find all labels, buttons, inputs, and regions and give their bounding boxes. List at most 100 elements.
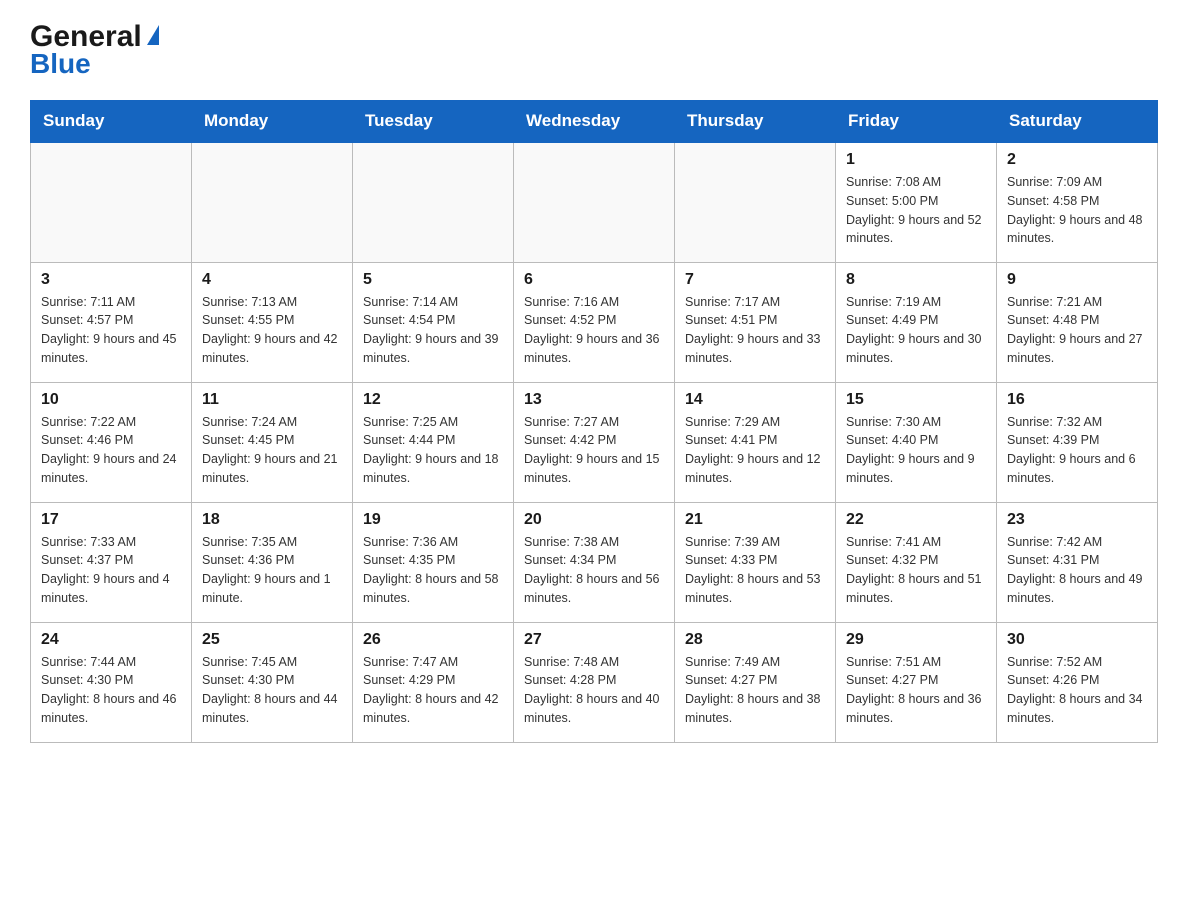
day-info: Sunrise: 7:52 AM Sunset: 4:26 PM Dayligh…	[1007, 653, 1147, 728]
day-number: 4	[202, 271, 342, 289]
day-number: 25	[202, 631, 342, 649]
day-info: Sunrise: 7:25 AM Sunset: 4:44 PM Dayligh…	[363, 413, 503, 488]
logo-blue-text: Blue	[30, 48, 91, 80]
calendar-cell: 20 Sunrise: 7:38 AM Sunset: 4:34 PM Dayli…	[514, 502, 675, 622]
day-info: Sunrise: 7:24 AM Sunset: 4:45 PM Dayligh…	[202, 413, 342, 488]
day-info: Sunrise: 7:11 AM Sunset: 4:57 PM Dayligh…	[41, 293, 181, 368]
calendar-cell: 24Sunrise: 7:44 AM Sunset: 4:30 PM Dayli…	[31, 622, 192, 742]
calendar-week-row: 3 Sunrise: 7:11 AM Sunset: 4:57 PM Daylig…	[31, 262, 1158, 382]
day-info: Sunrise: 7:29 AM Sunset: 4:41 PM Dayligh…	[685, 413, 825, 488]
day-number: 29	[846, 631, 986, 649]
day-number: 24	[41, 631, 181, 649]
day-number: 6	[524, 271, 664, 289]
day-info: Sunrise: 7:13 AM Sunset: 4:55 PM Dayligh…	[202, 293, 342, 368]
day-info: Sunrise: 7:08 AM Sunset: 5:00 PM Dayligh…	[846, 173, 986, 248]
day-info: Sunrise: 7:47 AM Sunset: 4:29 PM Dayligh…	[363, 653, 503, 728]
calendar-cell	[353, 142, 514, 262]
day-info: Sunrise: 7:39 AM Sunset: 4:33 PM Dayligh…	[685, 533, 825, 608]
day-number: 7	[685, 271, 825, 289]
calendar-cell: 11 Sunrise: 7:24 AM Sunset: 4:45 PM Dayli…	[192, 382, 353, 502]
calendar-cell: 18 Sunrise: 7:35 AM Sunset: 4:36 PM Dayli…	[192, 502, 353, 622]
calendar-week-row: 10 Sunrise: 7:22 AM Sunset: 4:46 PM Dayli…	[31, 382, 1158, 502]
day-number: 30	[1007, 631, 1147, 649]
calendar-cell: 23Sunrise: 7:42 AM Sunset: 4:31 PM Dayli…	[997, 502, 1158, 622]
calendar-cell: 7 Sunrise: 7:17 AM Sunset: 4:51 PM Daylig…	[675, 262, 836, 382]
calendar-cell: 19Sunrise: 7:36 AM Sunset: 4:35 PM Dayli…	[353, 502, 514, 622]
calendar-cell: 14 Sunrise: 7:29 AM Sunset: 4:41 PM Dayli…	[675, 382, 836, 502]
calendar-cell: 2 Sunrise: 7:09 AM Sunset: 4:58 PM Daylig…	[997, 142, 1158, 262]
day-number: 27	[524, 631, 664, 649]
weekday-header-saturday: Saturday	[997, 101, 1158, 143]
weekday-header-thursday: Thursday	[675, 101, 836, 143]
day-info: Sunrise: 7:38 AM Sunset: 4:34 PM Dayligh…	[524, 533, 664, 608]
day-info: Sunrise: 7:30 AM Sunset: 4:40 PM Dayligh…	[846, 413, 986, 488]
page-header: General Blue	[30, 20, 1158, 80]
weekday-header-row: SundayMondayTuesdayWednesdayThursdayFrid…	[31, 101, 1158, 143]
day-number: 19	[363, 511, 503, 529]
calendar-cell	[192, 142, 353, 262]
calendar-cell: 26 Sunrise: 7:47 AM Sunset: 4:29 PM Dayli…	[353, 622, 514, 742]
calendar-cell	[31, 142, 192, 262]
calendar-cell: 13 Sunrise: 7:27 AM Sunset: 4:42 PM Dayli…	[514, 382, 675, 502]
day-info: Sunrise: 7:41 AM Sunset: 4:32 PM Dayligh…	[846, 533, 986, 608]
weekday-header-friday: Friday	[836, 101, 997, 143]
day-info: Sunrise: 7:27 AM Sunset: 4:42 PM Dayligh…	[524, 413, 664, 488]
day-info: Sunrise: 7:21 AM Sunset: 4:48 PM Dayligh…	[1007, 293, 1147, 368]
day-number: 26	[363, 631, 503, 649]
day-number: 16	[1007, 391, 1147, 409]
calendar-cell: 21 Sunrise: 7:39 AM Sunset: 4:33 PM Dayli…	[675, 502, 836, 622]
calendar-cell: 15 Sunrise: 7:30 AM Sunset: 4:40 PM Dayli…	[836, 382, 997, 502]
day-number: 3	[41, 271, 181, 289]
day-number: 18	[202, 511, 342, 529]
calendar-cell: 8Sunrise: 7:19 AM Sunset: 4:49 PM Daylig…	[836, 262, 997, 382]
day-number: 8	[846, 271, 986, 289]
day-number: 9	[1007, 271, 1147, 289]
calendar-cell: 17 Sunrise: 7:33 AM Sunset: 4:37 PM Dayli…	[31, 502, 192, 622]
weekday-header-wednesday: Wednesday	[514, 101, 675, 143]
calendar-cell: 4 Sunrise: 7:13 AM Sunset: 4:55 PM Daylig…	[192, 262, 353, 382]
calendar-table: SundayMondayTuesdayWednesdayThursdayFrid…	[30, 100, 1158, 743]
calendar-cell: 6Sunrise: 7:16 AM Sunset: 4:52 PM Daylig…	[514, 262, 675, 382]
day-info: Sunrise: 7:09 AM Sunset: 4:58 PM Dayligh…	[1007, 173, 1147, 248]
day-info: Sunrise: 7:48 AM Sunset: 4:28 PM Dayligh…	[524, 653, 664, 728]
weekday-header-tuesday: Tuesday	[353, 101, 514, 143]
day-number: 12	[363, 391, 503, 409]
calendar-week-row: 24Sunrise: 7:44 AM Sunset: 4:30 PM Dayli…	[31, 622, 1158, 742]
day-number: 14	[685, 391, 825, 409]
calendar-cell: 16 Sunrise: 7:32 AM Sunset: 4:39 PM Dayli…	[997, 382, 1158, 502]
day-number: 21	[685, 511, 825, 529]
calendar-cell: 3 Sunrise: 7:11 AM Sunset: 4:57 PM Daylig…	[31, 262, 192, 382]
day-number: 28	[685, 631, 825, 649]
day-info: Sunrise: 7:14 AM Sunset: 4:54 PM Dayligh…	[363, 293, 503, 368]
day-number: 20	[524, 511, 664, 529]
day-info: Sunrise: 7:32 AM Sunset: 4:39 PM Dayligh…	[1007, 413, 1147, 488]
day-info: Sunrise: 7:42 AM Sunset: 4:31 PM Dayligh…	[1007, 533, 1147, 608]
day-number: 17	[41, 511, 181, 529]
calendar-cell: 22Sunrise: 7:41 AM Sunset: 4:32 PM Dayli…	[836, 502, 997, 622]
calendar-cell: 1 Sunrise: 7:08 AM Sunset: 5:00 PM Daylig…	[836, 142, 997, 262]
calendar-cell: 25 Sunrise: 7:45 AM Sunset: 4:30 PM Dayli…	[192, 622, 353, 742]
weekday-header-sunday: Sunday	[31, 101, 192, 143]
logo-arrow-icon	[147, 25, 159, 45]
day-info: Sunrise: 7:35 AM Sunset: 4:36 PM Dayligh…	[202, 533, 342, 608]
day-number: 11	[202, 391, 342, 409]
calendar-cell	[514, 142, 675, 262]
day-info: Sunrise: 7:51 AM Sunset: 4:27 PM Dayligh…	[846, 653, 986, 728]
day-number: 1	[846, 151, 986, 169]
day-info: Sunrise: 7:45 AM Sunset: 4:30 PM Dayligh…	[202, 653, 342, 728]
calendar-cell: 10 Sunrise: 7:22 AM Sunset: 4:46 PM Dayli…	[31, 382, 192, 502]
day-info: Sunrise: 7:17 AM Sunset: 4:51 PM Dayligh…	[685, 293, 825, 368]
day-number: 15	[846, 391, 986, 409]
calendar-cell: 9 Sunrise: 7:21 AM Sunset: 4:48 PM Daylig…	[997, 262, 1158, 382]
day-number: 2	[1007, 151, 1147, 169]
calendar-cell: 30 Sunrise: 7:52 AM Sunset: 4:26 PM Dayli…	[997, 622, 1158, 742]
day-number: 10	[41, 391, 181, 409]
calendar-week-row: 1 Sunrise: 7:08 AM Sunset: 5:00 PM Daylig…	[31, 142, 1158, 262]
day-number: 5	[363, 271, 503, 289]
day-info: Sunrise: 7:33 AM Sunset: 4:37 PM Dayligh…	[41, 533, 181, 608]
calendar-cell: 12 Sunrise: 7:25 AM Sunset: 4:44 PM Dayli…	[353, 382, 514, 502]
day-info: Sunrise: 7:22 AM Sunset: 4:46 PM Dayligh…	[41, 413, 181, 488]
calendar-cell: 28Sunrise: 7:49 AM Sunset: 4:27 PM Dayli…	[675, 622, 836, 742]
calendar-cell: 27 Sunrise: 7:48 AM Sunset: 4:28 PM Dayli…	[514, 622, 675, 742]
day-number: 13	[524, 391, 664, 409]
